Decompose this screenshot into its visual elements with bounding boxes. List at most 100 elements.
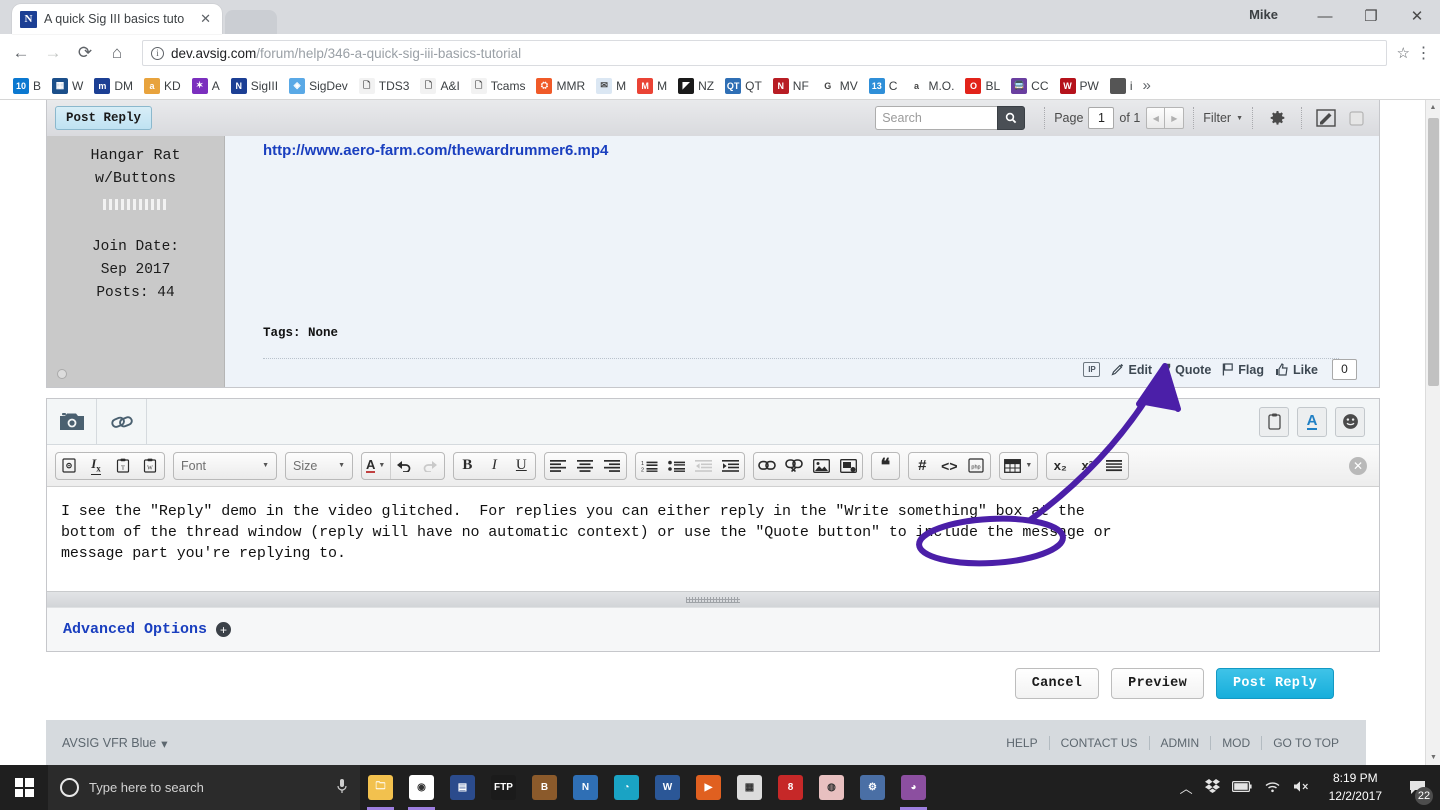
- quote-post-button[interactable]: ❞ Quote: [1163, 361, 1211, 379]
- reply-textarea[interactable]: I see the "Reply" demo in the video glit…: [47, 487, 1379, 591]
- subscript-icon[interactable]: x₂: [1047, 453, 1074, 479]
- chrome-menu-icon[interactable]: ⋮: [1412, 43, 1434, 63]
- table-icon[interactable]: ▼: [1000, 453, 1037, 479]
- taskbar-app-word[interactable]: W: [647, 765, 688, 810]
- bookmark-qt[interactable]: QTQT: [720, 75, 767, 97]
- dropbox-icon[interactable]: [1205, 779, 1220, 796]
- new-tab-button[interactable]: [225, 10, 277, 34]
- style-chooser[interactable]: AVSIG VFR Blue ▾: [62, 736, 168, 751]
- search-icon[interactable]: [997, 106, 1025, 130]
- bookmark-a-i[interactable]: 🗋A&I: [415, 75, 464, 97]
- scrollbar-thumb[interactable]: [1428, 118, 1439, 386]
- filter-dropdown[interactable]: Filter ▼: [1203, 111, 1243, 125]
- reload-icon[interactable]: ⟳: [70, 38, 100, 68]
- post-reply-button[interactable]: Post Reply: [1216, 668, 1334, 699]
- editor-resize-handle[interactable]: [47, 591, 1379, 607]
- minimize-button[interactable]: —: [1302, 0, 1348, 32]
- prev-page-icon[interactable]: ◀: [1146, 107, 1165, 129]
- blockquote-icon[interactable]: ❝: [872, 453, 899, 479]
- taskbar-app-psp[interactable]: 8: [770, 765, 811, 810]
- action-center-button[interactable]: 22: [1400, 765, 1434, 810]
- text-color-icon[interactable]: A ▼: [362, 453, 390, 479]
- next-page-icon[interactable]: ▶: [1165, 107, 1184, 129]
- taskbar-app-nvu[interactable]: N: [565, 765, 606, 810]
- bookmark-mv[interactable]: GMV: [815, 75, 863, 97]
- maximize-button[interactable]: ❐: [1348, 0, 1394, 32]
- source-icon[interactable]: [56, 453, 83, 479]
- tab-close-icon[interactable]: ✕: [197, 11, 214, 27]
- address-bar[interactable]: i dev.avsig.com/forum/help/346-a-quick-s…: [142, 40, 1387, 66]
- align-right-icon[interactable]: [599, 453, 626, 479]
- taskbar-app-calculator[interactable]: ▦: [729, 765, 770, 810]
- font-family-dropdown[interactable]: Font ▼: [173, 452, 277, 480]
- bookmarks-overflow-icon[interactable]: »: [1139, 77, 1155, 94]
- search-input[interactable]: Search: [875, 106, 997, 130]
- close-window-button[interactable]: ✕: [1394, 0, 1440, 32]
- post-author-name[interactable]: Hangar Rat: [53, 144, 218, 167]
- bookmark-sigiii[interactable]: NSigIII: [226, 75, 283, 97]
- link-icon[interactable]: [97, 399, 147, 444]
- footer-link-contact-us[interactable]: CONTACT US: [1049, 736, 1149, 750]
- page-scrollbar[interactable]: ▲ ▼: [1425, 100, 1440, 765]
- paste-text-icon[interactable]: T: [110, 453, 137, 479]
- taskbar-clock[interactable]: 8:19 PM 12/2/2017: [1323, 770, 1388, 805]
- taskbar-app-file-explorer[interactable]: 🗀: [360, 765, 401, 810]
- bookmark-m[interactable]: MM: [632, 75, 672, 97]
- page-number-input[interactable]: 1: [1088, 107, 1114, 129]
- tray-chevron-icon[interactable]: ︿: [1180, 778, 1193, 797]
- bookmark-sigdev[interactable]: ◈SigDev: [284, 75, 353, 97]
- bookmark-mmr[interactable]: ⛭MMR: [531, 75, 590, 97]
- footer-link-go-to-top[interactable]: GO TO TOP: [1261, 736, 1350, 750]
- scroll-up-icon[interactable]: ▲: [1426, 100, 1440, 115]
- unordered-list-icon[interactable]: [663, 453, 690, 479]
- site-info-icon[interactable]: i: [151, 47, 164, 60]
- scroll-down-icon[interactable]: ▼: [1426, 750, 1440, 765]
- close-editor-icon[interactable]: ✕: [1349, 457, 1367, 475]
- flag-post-button[interactable]: Flag: [1222, 363, 1264, 377]
- taskbar-app-media-player[interactable]: ▶: [688, 765, 729, 810]
- edit-post-button[interactable]: Edit: [1111, 363, 1152, 377]
- back-icon[interactable]: ←: [6, 38, 36, 68]
- taskbar-app-browser-alt[interactable]: ◔: [606, 765, 647, 810]
- bookmark-m-o-[interactable]: aM.O.: [903, 75, 959, 97]
- bold-button[interactable]: B: [454, 453, 481, 479]
- battery-icon[interactable]: [1232, 780, 1252, 795]
- cancel-button[interactable]: Cancel: [1015, 668, 1099, 699]
- preview-button[interactable]: Preview: [1111, 668, 1204, 699]
- bookmark-cc[interactable]: 🚍CC: [1006, 75, 1053, 97]
- footer-link-mod[interactable]: MOD: [1210, 736, 1261, 750]
- bookmark-kd[interactable]: aKD: [139, 75, 186, 97]
- paste-word-icon[interactable]: W: [137, 453, 164, 479]
- bookmark-pw[interactable]: WPW: [1055, 75, 1104, 97]
- align-left-icon[interactable]: [545, 453, 572, 479]
- superscript-icon[interactable]: x²: [1074, 453, 1101, 479]
- emoji-icon[interactable]: [1335, 407, 1365, 437]
- link-icon[interactable]: [754, 453, 781, 479]
- horizontal-rule-icon[interactable]: [1101, 453, 1128, 479]
- taskbar-app-color-app[interactable]: ◕: [893, 765, 934, 810]
- align-center-icon[interactable]: [572, 453, 599, 479]
- edit-thread-icon[interactable]: [1311, 109, 1341, 127]
- code-icon[interactable]: <>: [936, 453, 963, 479]
- advanced-options-row[interactable]: Advanced Options +: [47, 607, 1379, 651]
- clipboard-icon[interactable]: [1259, 407, 1289, 437]
- ip-badge[interactable]: IP: [1083, 362, 1100, 377]
- thread-search[interactable]: Search: [875, 106, 1025, 130]
- bookmark-m[interactable]: ✉M: [591, 75, 631, 97]
- bookmark-w[interactable]: ▦W: [47, 75, 88, 97]
- post-video-link[interactable]: http://www.aero-farm.com/thewardrummer6.…: [263, 142, 1355, 158]
- taskbar-app-chrome[interactable]: ◉: [401, 765, 442, 810]
- bookmark-c[interactable]: 13C: [864, 75, 903, 97]
- ordered-list-icon[interactable]: 12: [636, 453, 663, 479]
- bookmark-bl[interactable]: OBL: [960, 75, 1005, 97]
- camera-icon[interactable]: [47, 399, 97, 444]
- bookmark-a[interactable]: ✶A: [187, 75, 225, 97]
- browser-tab[interactable]: N A quick Sig III basics tuto ✕: [12, 4, 222, 34]
- underline-button[interactable]: U: [508, 453, 535, 479]
- volume-muted-icon[interactable]: [1293, 780, 1311, 796]
- bookmark-nf[interactable]: NNF: [768, 75, 814, 97]
- font-size-dropdown[interactable]: Size ▼: [285, 452, 353, 480]
- footer-link-help[interactable]: HELP: [995, 736, 1048, 750]
- font-color-icon[interactable]: A: [1297, 407, 1327, 437]
- taskbar-app-photos[interactable]: ◍: [811, 765, 852, 810]
